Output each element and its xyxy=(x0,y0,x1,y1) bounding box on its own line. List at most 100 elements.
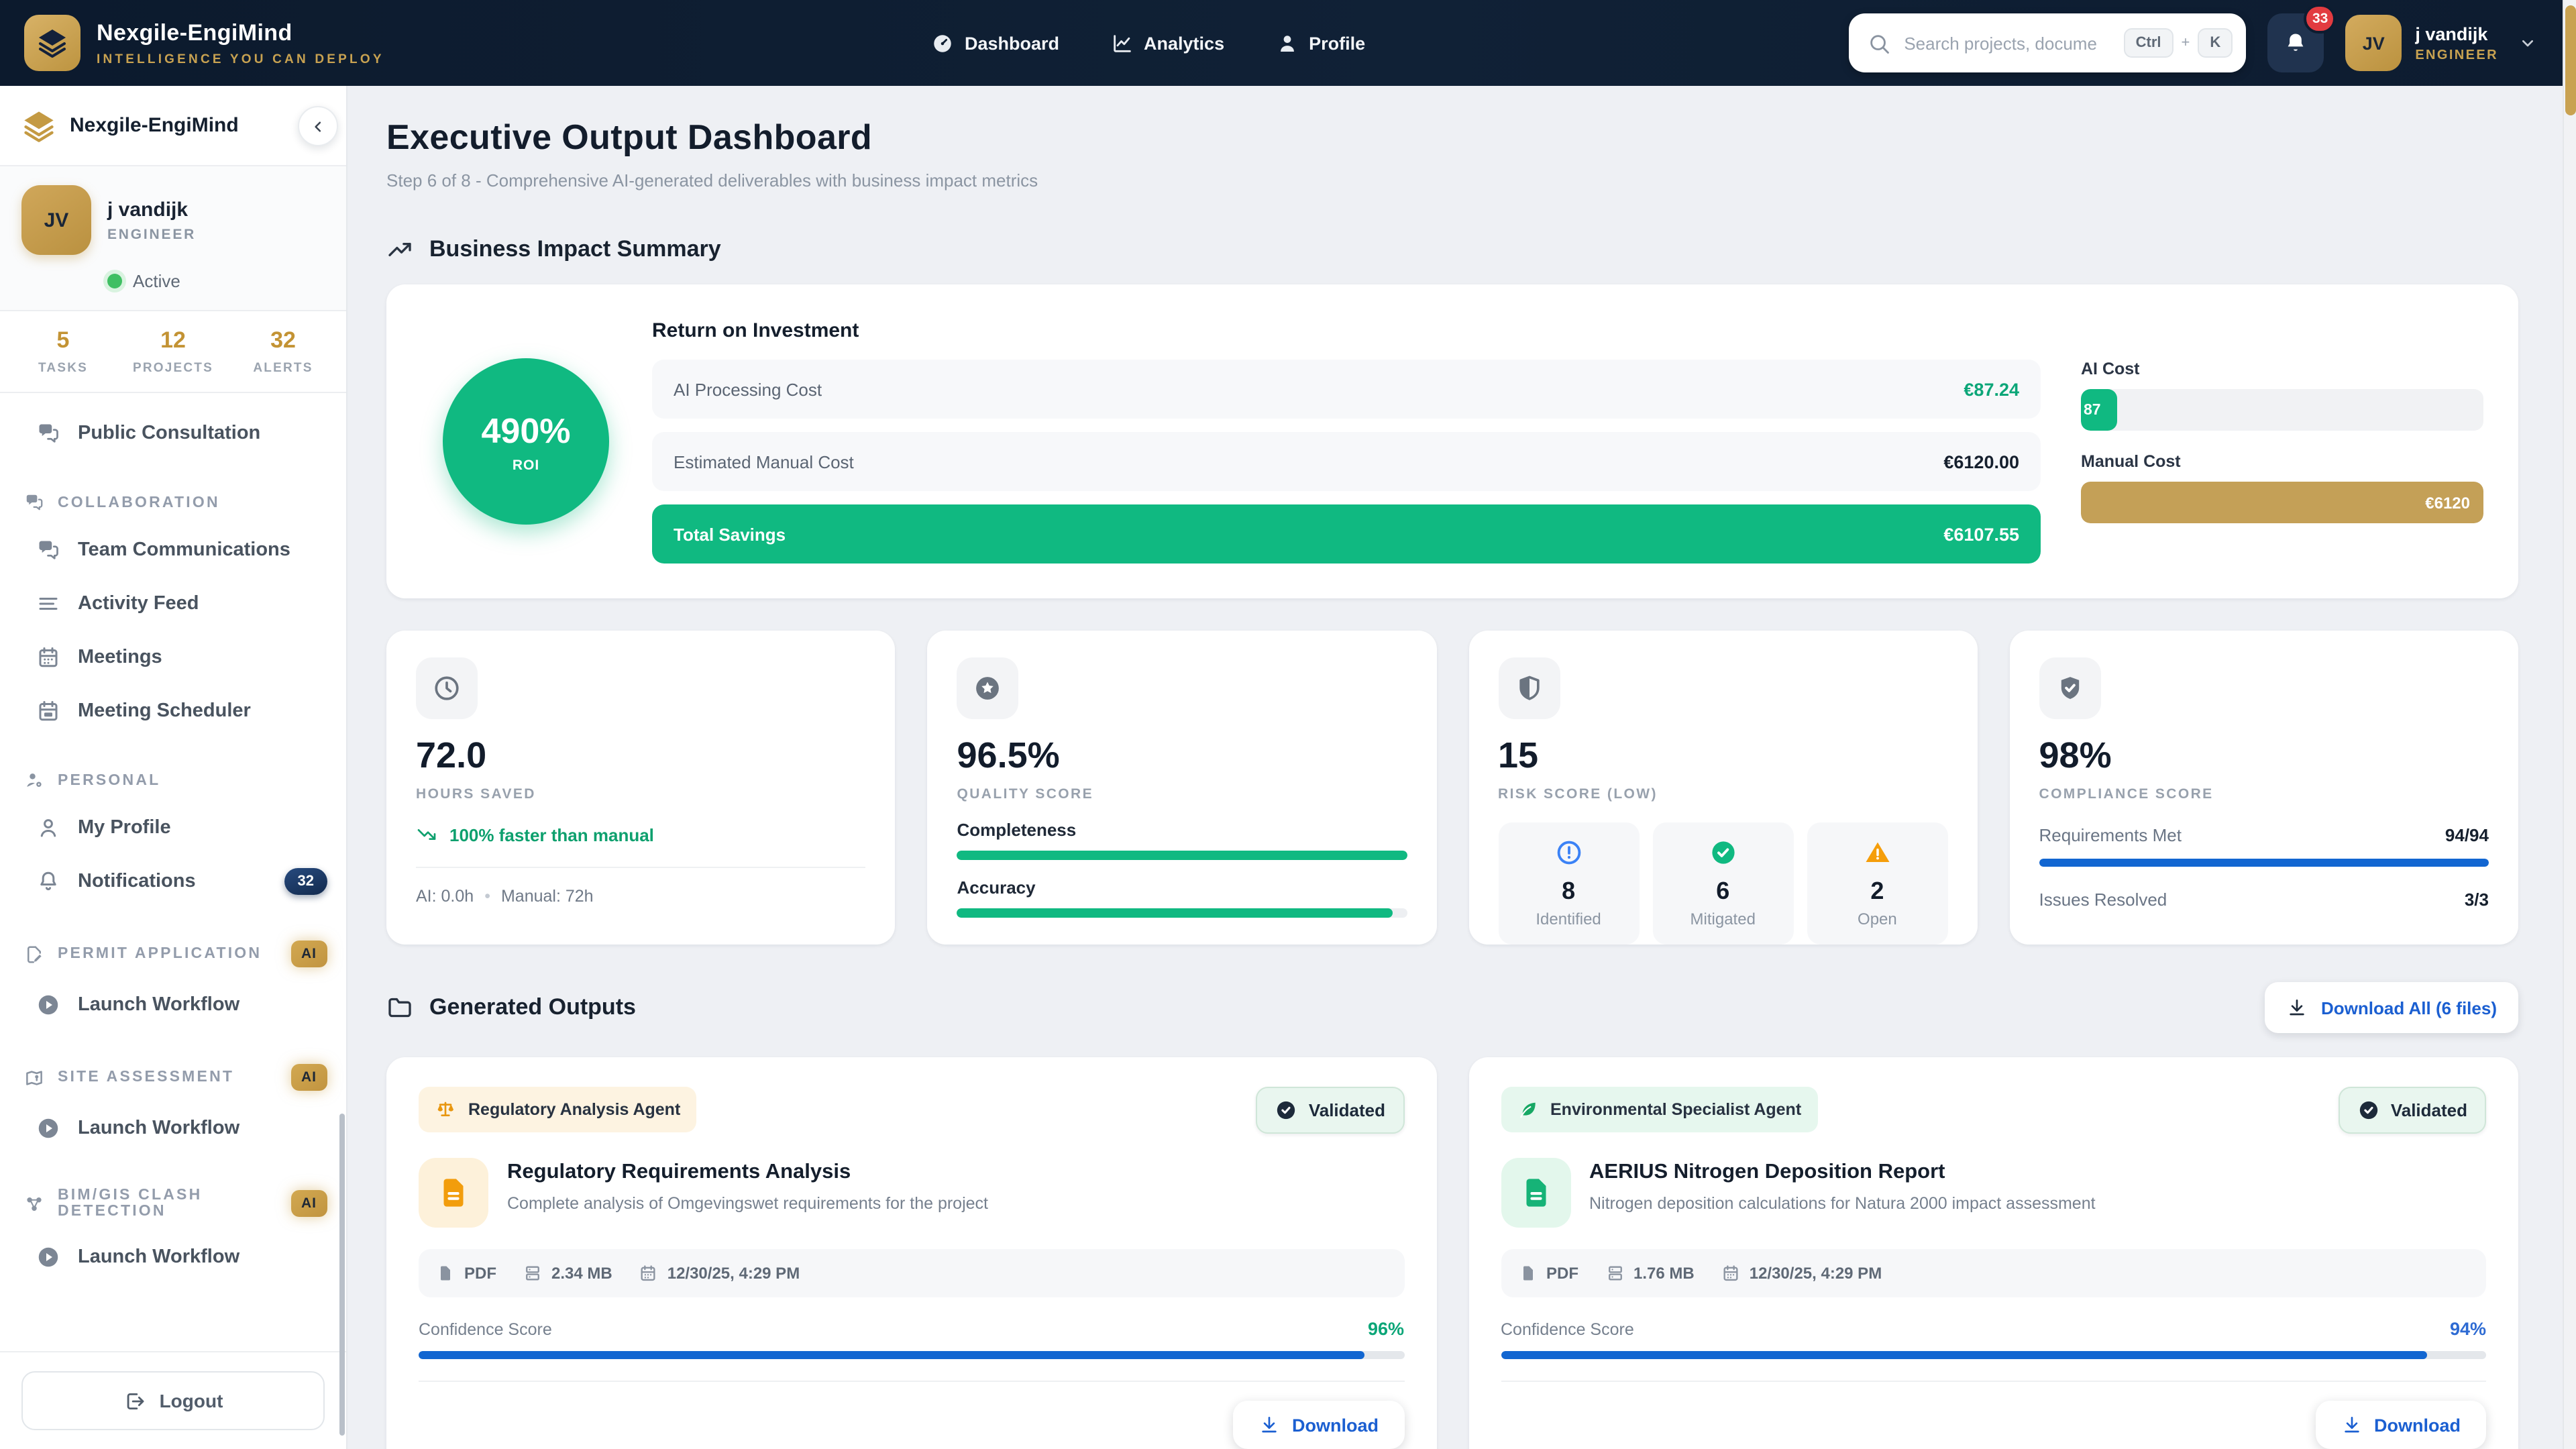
trend-up-icon xyxy=(386,236,413,263)
nodes-icon xyxy=(24,1193,44,1214)
download-button[interactable]: Download xyxy=(1233,1401,1404,1449)
kbd-plus: + xyxy=(2182,35,2190,51)
search-input[interactable]: Search projects, docume Ctrl + K xyxy=(1849,13,2246,72)
warn-triangle-icon xyxy=(1812,839,1942,867)
sidebar-item-public-consultation[interactable]: Public Consultation xyxy=(0,407,346,460)
ai-cost-bar-fill: 87 xyxy=(2081,389,2117,431)
document-icon xyxy=(419,1158,488,1228)
download-icon xyxy=(2286,997,2308,1018)
risk-tile-mitigated: 6Mitigated xyxy=(1652,822,1793,945)
sidebar-section-site-assessment: SITE ASSESSMENTAI xyxy=(0,1064,346,1091)
ai-badge: AI xyxy=(290,941,327,967)
quality-bar-label: Completeness xyxy=(957,820,1407,840)
sidebar-item-meetings[interactable]: Meetings xyxy=(0,631,346,684)
page-title: Executive Output Dashboard xyxy=(386,117,2518,158)
sidebar-stat-alerts: 32ALERTS xyxy=(228,327,338,376)
sidebar-collapse-button[interactable] xyxy=(298,106,338,146)
validated-badge: Validated xyxy=(2339,1087,2486,1134)
sidebar-item-my-profile[interactable]: My Profile xyxy=(0,801,346,855)
notifications-count-pill: 32 xyxy=(284,868,328,895)
quality-bar-label: Accuracy xyxy=(957,877,1407,898)
search-placeholder: Search projects, docume xyxy=(1904,33,2110,53)
file-date: 12/30/25, 4:29 PM xyxy=(1721,1264,1882,1283)
download-button[interactable]: Download xyxy=(2315,1401,2486,1449)
document-icon xyxy=(1501,1158,1570,1228)
confidence-value: 96% xyxy=(1368,1319,1404,1339)
bell-icon xyxy=(2284,31,2308,55)
user-menu[interactable]: JV j vandijk ENGINEER xyxy=(2345,15,2538,71)
roi-row-total-savings: Total Savings€6107.55 xyxy=(652,504,2041,564)
sidebar-item-activity-feed[interactable]: Activity Feed xyxy=(0,577,346,631)
logout-button[interactable]: Logout xyxy=(21,1371,325,1430)
play-icon xyxy=(36,1245,60,1269)
leaf-icon xyxy=(1517,1099,1538,1120)
sidebar-item-launch-workflow[interactable]: Launch Workflow xyxy=(0,978,346,1032)
metric-label: COMPLIANCE SCORE xyxy=(2039,786,2489,802)
database-icon xyxy=(1605,1264,1624,1283)
status-dot xyxy=(107,274,122,288)
sidebar-item-team-communications[interactable]: Team Communications xyxy=(0,523,346,577)
user-name: j vandijk xyxy=(2415,23,2498,44)
sidebar-item-launch-workflow[interactable]: Launch Workflow xyxy=(0,1102,346,1155)
app-logo-icon xyxy=(24,15,80,71)
trend-down-icon xyxy=(416,824,437,845)
brand-title: Nexgile-EngiMind xyxy=(97,19,384,46)
sidebar-item-meeting-scheduler[interactable]: Meeting Scheduler xyxy=(0,684,346,738)
notifications-button[interactable]: 33 xyxy=(2267,13,2324,72)
metric-card-compliance: 98%COMPLIANCE SCORERequirements Met94/94… xyxy=(2010,631,2519,945)
roi-label: ROI xyxy=(513,457,539,473)
risk-tile-identified: 8Identified xyxy=(1498,822,1639,945)
trend-note: 100% faster than manual xyxy=(416,824,866,845)
topnav-item-dashboard[interactable]: Dashboard xyxy=(931,32,1059,54)
output-card-amber: Regulatory Analysis AgentValidatedRegula… xyxy=(386,1057,1436,1449)
shield-check-icon xyxy=(2039,657,2101,719)
alert-circle-icon xyxy=(1503,839,1633,867)
metric-label: QUALITY SCORE xyxy=(957,786,1407,802)
topnav-item-analytics[interactable]: Analytics xyxy=(1110,32,1224,54)
sidebar-stat-tasks: 5TASKS xyxy=(8,327,118,376)
download-all-button[interactable]: Download All (6 files) xyxy=(2265,982,2518,1033)
calendar-icon xyxy=(36,645,60,669)
gauge-icon xyxy=(931,32,954,54)
sidebar-section-permit-application: PERMIT APPLICATIONAI xyxy=(0,941,346,967)
compliance-row: Requirements Met94/94 xyxy=(2039,825,2489,845)
confidence-value: 94% xyxy=(2450,1319,2486,1339)
file-type: PDF xyxy=(1518,1264,1578,1283)
topnav-item-profile[interactable]: Profile xyxy=(1275,32,1365,54)
confidence-bar xyxy=(1501,1351,2486,1359)
sidebar-brand: Nexgile-EngiMind xyxy=(70,114,239,137)
chat-icon xyxy=(36,538,60,562)
file-icon xyxy=(436,1264,455,1283)
play-icon xyxy=(36,993,60,1017)
sidebar-item-launch-workflow[interactable]: Launch Workflow xyxy=(0,1230,346,1284)
metric-label: HOURS SAVED xyxy=(416,786,866,802)
metric-label: RISK SCORE (LOW) xyxy=(1498,786,1948,802)
page-scrollbar[interactable] xyxy=(2563,0,2576,1449)
sidebar-item-notifications[interactable]: Notifications32 xyxy=(0,855,346,908)
person-icon xyxy=(1275,32,1298,54)
sidebar-scrollbar-thumb[interactable] xyxy=(339,1114,345,1436)
risk-tile-open: 2Open xyxy=(1807,822,1947,945)
roi-heading: Return on Investment xyxy=(652,319,2041,342)
quality-bar xyxy=(957,851,1407,860)
metric-card-risk: 15RISK SCORE (LOW)8Identified6Mitigated2… xyxy=(1468,631,1978,945)
sidebar-avatar: JV xyxy=(21,185,91,255)
roi-row-estimated-manual-cost: Estimated Manual Cost€6120.00 xyxy=(652,432,2041,491)
metric-card-quality: 96.5%QUALITY SCORECompletenessAccuracy xyxy=(928,631,1437,945)
play-icon xyxy=(36,1116,60,1140)
sidebar-section-personal: PERSONAL xyxy=(0,770,346,790)
download-icon xyxy=(1258,1414,1280,1436)
file-meta-bar: PDF2.34 MB12/30/25, 4:29 PM xyxy=(419,1249,1404,1297)
calendar-check-icon xyxy=(36,699,60,723)
confidence-label: Confidence Score xyxy=(419,1320,552,1338)
chat-icon xyxy=(36,421,60,445)
calendar-icon xyxy=(1721,1264,1740,1283)
agent-chip: Environmental Specialist Agent xyxy=(1501,1087,1817,1132)
map-icon xyxy=(24,1067,44,1087)
page-scrollbar-thumb[interactable] xyxy=(2565,5,2576,115)
file-meta-bar: PDF1.76 MB12/30/25, 4:29 PM xyxy=(1501,1249,2486,1297)
roi-bars: AI Cost 87 Manual Cost €6120 xyxy=(2081,360,2483,523)
metric-value: 72.0 xyxy=(416,735,866,777)
file-type: PDF xyxy=(436,1264,496,1283)
search-icon xyxy=(1868,32,1890,54)
